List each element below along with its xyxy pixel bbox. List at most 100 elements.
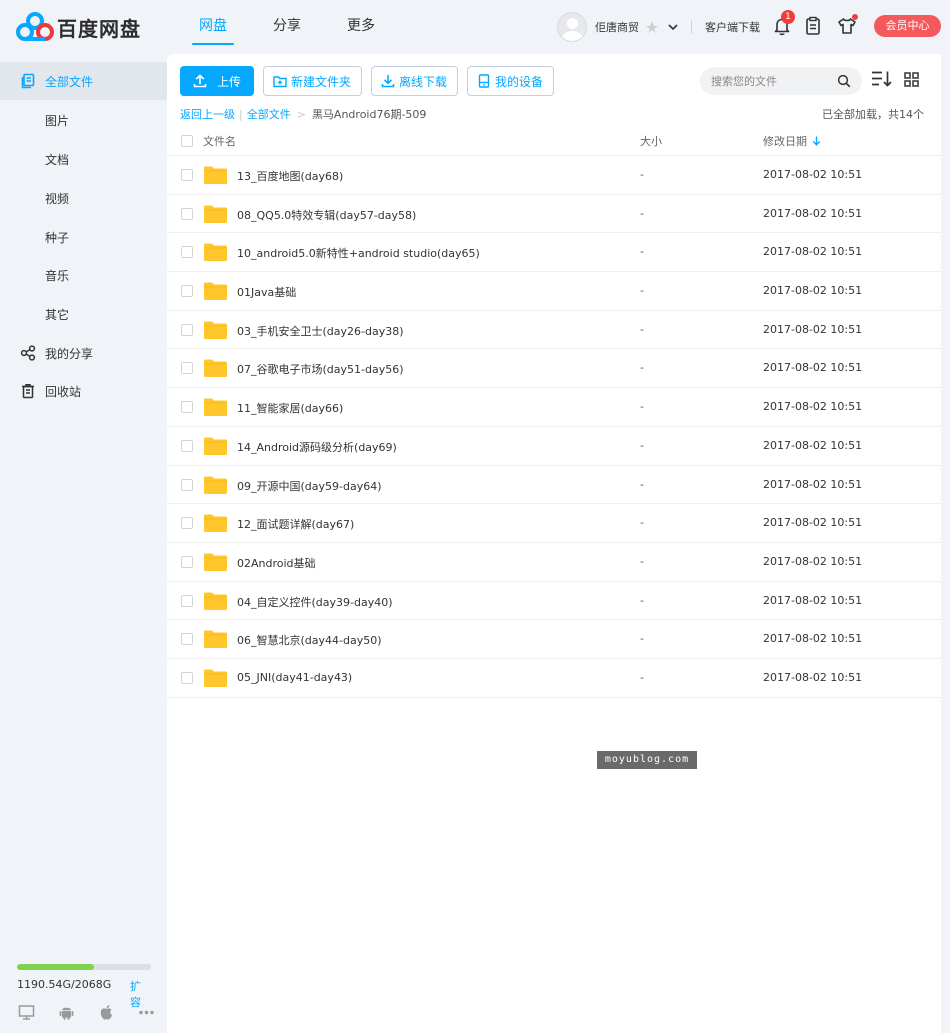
file-name[interactable]: 10_android5.0新特性+android studio(day65)	[237, 245, 480, 261]
table-row[interactable]: 09_开源中国(day59-day64) - 2017-08-02 10:51	[167, 466, 941, 505]
clipboard-icon[interactable]	[802, 15, 824, 37]
sort-desc-icon	[812, 136, 821, 146]
file-size: -	[640, 245, 644, 259]
table-row[interactable]: 14_Android源码级分析(day69) - 2017-08-02 10:5…	[167, 427, 941, 466]
folder-icon	[204, 592, 227, 610]
row-checkbox[interactable]	[181, 401, 193, 414]
new-folder-button[interactable]: 新建文件夹	[263, 66, 363, 96]
client-download-link[interactable]: 客户端下载	[705, 19, 760, 35]
table-row[interactable]: 03_手机安全卫士(day26-day38) - 2017-08-02 10:5…	[167, 311, 941, 350]
sidebar-item-music[interactable]: 音乐	[0, 256, 167, 294]
sidebar-item-images[interactable]: 图片	[0, 101, 167, 139]
nav-share[interactable]: 分享	[250, 0, 324, 54]
sidebar-item-recycle-bin[interactable]: 回收站	[0, 372, 167, 410]
upload-button[interactable]: 上传	[180, 66, 254, 96]
chevron-down-icon[interactable]	[667, 21, 679, 33]
sidebar-item-documents[interactable]: 文档	[0, 140, 167, 178]
row-checkbox[interactable]	[181, 169, 193, 181]
file-list: 13_百度地图(day68) - 2017-08-02 10:51 08_QQ5…	[167, 156, 941, 698]
table-row[interactable]: 04_自定义控件(day39-day40) - 2017-08-02 10:51	[167, 582, 941, 621]
folder-icon	[204, 669, 227, 687]
column-size-header[interactable]: 大小	[640, 133, 662, 149]
row-checkbox[interactable]	[181, 594, 193, 607]
file-size: -	[640, 168, 644, 181]
sidebar-item-torrents[interactable]: 种子	[0, 218, 167, 256]
file-name[interactable]: 07_谷歌电子市场(day51-day56)	[237, 361, 404, 377]
file-name[interactable]: 14_Android源码级分析(day69)	[237, 439, 397, 455]
row-checkbox[interactable]	[181, 285, 193, 298]
vip-center-button[interactable]: 会员中心	[874, 15, 941, 37]
row-checkbox[interactable]	[181, 362, 193, 375]
sort-icon[interactable]	[871, 70, 893, 88]
file-size: -	[640, 206, 644, 220]
avatar[interactable]	[557, 12, 587, 42]
android-icon[interactable]	[58, 1004, 75, 1021]
file-name[interactable]: 01Java基础	[237, 284, 296, 300]
apple-icon[interactable]	[98, 1004, 115, 1021]
file-name[interactable]: 06_智慧北京(day44-day50)	[237, 632, 382, 648]
nav-netdisk[interactable]: 网盘	[176, 0, 250, 54]
column-name-header[interactable]: 文件名	[203, 133, 236, 149]
table-header: 文件名 大小 修改日期	[167, 126, 941, 156]
file-name[interactable]: 04_自定义控件(day39-day40)	[237, 594, 393, 610]
row-checkbox[interactable]	[181, 246, 193, 259]
breadcrumb-current: 黑马Android76期-509	[311, 108, 427, 121]
sidebar-item-all-files[interactable]: 全部文件	[0, 62, 167, 100]
search-input[interactable]	[711, 72, 831, 90]
table-row[interactable]: 01Java基础 - 2017-08-02 10:51	[167, 272, 941, 311]
row-checkbox[interactable]	[181, 671, 193, 684]
table-row[interactable]: 02Android基础 - 2017-08-02 10:51	[167, 543, 941, 582]
search-icon[interactable]	[837, 74, 851, 88]
my-devices-label: 我的设备	[495, 74, 544, 89]
desktop-icon[interactable]	[18, 1004, 35, 1021]
file-name[interactable]: 03_手机安全卫士(day26-day38)	[237, 323, 404, 339]
file-name[interactable]: 05_JNI(day41-day43)	[237, 671, 352, 684]
file-date: 2017-08-02 10:51	[763, 322, 863, 336]
table-row[interactable]: 07_谷歌电子市场(day51-day56) - 2017-08-02 10:5…	[167, 349, 941, 389]
row-checkbox[interactable]	[181, 633, 193, 646]
select-all-checkbox[interactable]	[181, 135, 193, 147]
toolbar: 上传 新建文件夹 离线下载 我的设备	[180, 66, 563, 96]
breadcrumb-back[interactable]: 返回上一级	[180, 106, 235, 122]
row-checkbox[interactable]	[181, 207, 193, 220]
row-checkbox[interactable]	[181, 323, 193, 336]
table-row[interactable]: 13_百度地图(day68) - 2017-08-02 10:51	[167, 156, 941, 195]
file-name[interactable]: 11_智能家居(day66)	[237, 400, 343, 416]
file-name[interactable]: 08_QQ5.0特效专辑(day57-day58)	[237, 207, 416, 223]
sidebar-item-videos[interactable]: 视频	[0, 179, 167, 217]
file-date: 2017-08-02 10:51	[763, 632, 863, 646]
more-icon[interactable]	[138, 1004, 155, 1021]
file-name[interactable]: 09_开源中国(day59-day64)	[237, 478, 382, 494]
table-row[interactable]: 08_QQ5.0特效专辑(day57-day58) - 2017-08-02 1…	[167, 195, 941, 234]
table-row[interactable]: 10_android5.0新特性+android studio(day65) -…	[167, 233, 941, 273]
breadcrumb-separator: |	[239, 107, 243, 121]
my-devices-button[interactable]: 我的设备	[467, 66, 555, 96]
username[interactable]: 佢唐商贸	[595, 19, 639, 35]
table-row[interactable]: 11_智能家居(day66) - 2017-08-02 10:51	[167, 388, 941, 427]
breadcrumb-root[interactable]: 全部文件	[247, 106, 291, 122]
column-date-header[interactable]: 修改日期	[763, 133, 821, 149]
notification-badge: 1	[781, 10, 795, 24]
user-menu[interactable]: 佢唐商贸	[557, 12, 679, 42]
file-name[interactable]: 13_百度地图(day68)	[237, 168, 343, 184]
row-checkbox[interactable]	[181, 555, 193, 568]
table-row[interactable]: 12_面试题详解(day67) - 2017-08-02 10:51	[167, 504, 941, 543]
grid-view-icon[interactable]	[904, 72, 919, 87]
column-date-label: 修改日期	[763, 135, 807, 148]
table-row[interactable]: 05_JNI(day41-day43) - 2017-08-02 10:51	[167, 659, 941, 698]
row-checkbox[interactable]	[181, 517, 193, 530]
row-checkbox[interactable]	[181, 439, 193, 452]
sidebar-item-other[interactable]: 其它	[0, 295, 167, 333]
table-row[interactable]: 06_智慧北京(day44-day50) - 2017-08-02 10:51	[167, 620, 941, 659]
folder-icon	[204, 205, 227, 223]
baidu-netdisk-logo[interactable]: 百度网盘	[16, 11, 141, 43]
file-panel: 上传 新建文件夹 离线下载 我的设备 返回上一级 | 全部文件 > 黑马Andr	[167, 54, 941, 1033]
file-name[interactable]: 12_面试题详解(day67)	[237, 516, 354, 532]
file-name[interactable]: 02Android基础	[237, 555, 316, 571]
sidebar-item-my-shares[interactable]: 我的分享	[0, 334, 167, 372]
nav-more[interactable]: 更多	[324, 0, 398, 54]
offline-download-button[interactable]: 离线下载	[371, 66, 459, 96]
row-checkbox[interactable]	[181, 478, 193, 491]
file-date: 2017-08-02 10:51	[763, 477, 863, 491]
folder-icon	[204, 553, 227, 571]
